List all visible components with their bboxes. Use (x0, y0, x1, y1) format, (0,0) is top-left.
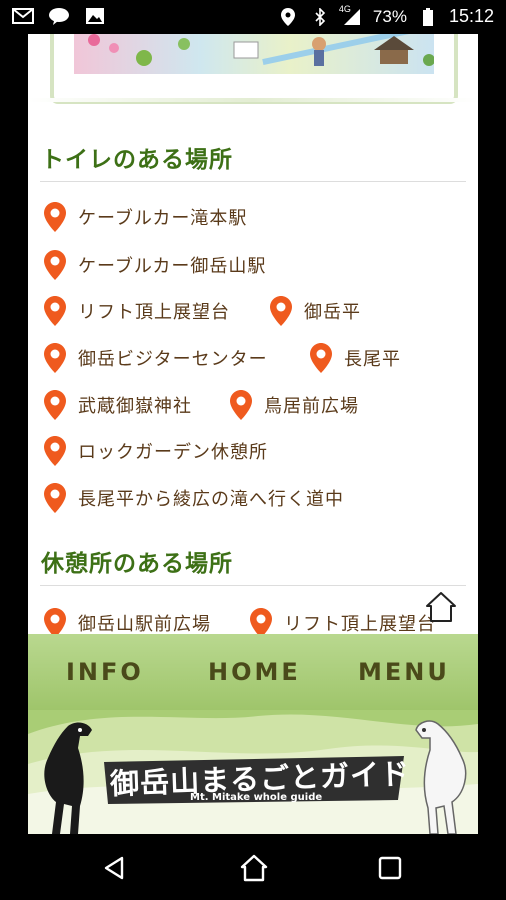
section-title-toilets: トイレのある場所 (41, 146, 233, 172)
location-item[interactable]: 長尾平から綾広の滝へ行く道中 (44, 481, 344, 515)
gmail-icon (12, 7, 34, 25)
black-dog-mascot (44, 722, 92, 834)
clock: 15:12 (448, 6, 494, 26)
map-pin-icon (230, 390, 252, 420)
map-pin-icon (250, 608, 272, 634)
battery-percent: 73% (372, 6, 407, 26)
location-label: ロックガーデン休憩所 (78, 442, 268, 462)
location-item[interactable]: ケーブルカー御岳山駅 (44, 248, 266, 282)
status-bar: 4G 73% 15:12 (0, 0, 506, 34)
location-item[interactable]: リフト頂上展望台 (44, 294, 230, 328)
section-title-rest-areas: 休憩所のある場所 (41, 550, 233, 576)
location-item[interactable]: 武蔵御嶽神社 (44, 388, 192, 422)
signal-icon: 4G (339, 4, 363, 26)
content-area[interactable]: トイレのある場所 ケーブルカー滝本駅 ケーブルカー御岳山駅 リフト頂上展望台 御… (28, 34, 478, 634)
area-map-image[interactable] (74, 34, 434, 74)
map-pin-icon (44, 202, 66, 232)
map-pin-icon (44, 436, 66, 466)
map-pin-icon (44, 390, 66, 420)
footer: INFO HOME MENU 御岳山まるごとガイド Mt. Mitake who… (28, 634, 478, 834)
home-shortcut-icon[interactable] (424, 590, 458, 624)
location-label: 武蔵御嶽神社 (78, 396, 192, 416)
bluetooth-icon (309, 7, 331, 26)
network-label: 4G (338, 3, 351, 14)
location-item[interactable]: ロックガーデン休憩所 (44, 434, 268, 468)
image-icon (84, 7, 106, 25)
map-pin-icon (44, 608, 66, 634)
home-icon[interactable] (240, 854, 268, 882)
location-item[interactable]: 長尾平 (310, 341, 401, 375)
nav-info-button[interactable]: INFO (66, 658, 144, 686)
map-frame (50, 34, 458, 104)
location-label: ケーブルカー滝本駅 (78, 208, 248, 228)
location-item[interactable]: 御岳山駅前広場 (44, 606, 211, 634)
location-item[interactable]: 御岳ビジターセンター (44, 341, 268, 375)
location-label: 御岳ビジターセンター (78, 349, 268, 369)
map-pin-icon (310, 343, 332, 373)
location-label: 鳥居前広場 (264, 396, 359, 416)
map-pin-icon (44, 343, 66, 373)
nav-menu-button[interactable]: MENU (358, 658, 450, 686)
line-icon (48, 7, 70, 25)
location-label: ケーブルカー御岳山駅 (78, 256, 267, 276)
location-item[interactable]: リフト頂上展望台 (250, 606, 436, 634)
system-nav-bar (0, 834, 506, 900)
battery-icon (417, 7, 439, 26)
location-label: リフト頂上展望台 (284, 614, 436, 634)
divider (40, 181, 466, 182)
map-pin-icon (270, 296, 292, 326)
recents-icon[interactable] (378, 856, 402, 880)
nav-home-button[interactable]: HOME (208, 658, 301, 686)
app-logo-banner: 御岳山まるごとガイド Mt. Mitake whole guide (98, 754, 411, 810)
location-label: 御岳平 (304, 302, 361, 322)
location-label: 長尾平 (344, 349, 401, 369)
location-item[interactable]: 鳥居前広場 (230, 388, 359, 422)
location-item[interactable]: ケーブルカー滝本駅 (44, 200, 247, 234)
map-pin-icon (44, 483, 66, 513)
location-label: 長尾平から綾広の滝へ行く道中 (78, 489, 344, 509)
back-icon[interactable] (102, 856, 126, 880)
location-label: リフト頂上展望台 (78, 302, 230, 322)
divider (40, 585, 466, 586)
location-item[interactable]: 御岳平 (270, 294, 361, 328)
map-pin-icon (44, 296, 66, 326)
app-logo-subtitle: Mt. Mitake whole guide (190, 792, 323, 803)
white-dog-mascot (415, 720, 467, 834)
map-pin-icon (44, 250, 66, 280)
location-label: 御岳山駅前広場 (78, 614, 211, 634)
location-icon (277, 7, 299, 26)
